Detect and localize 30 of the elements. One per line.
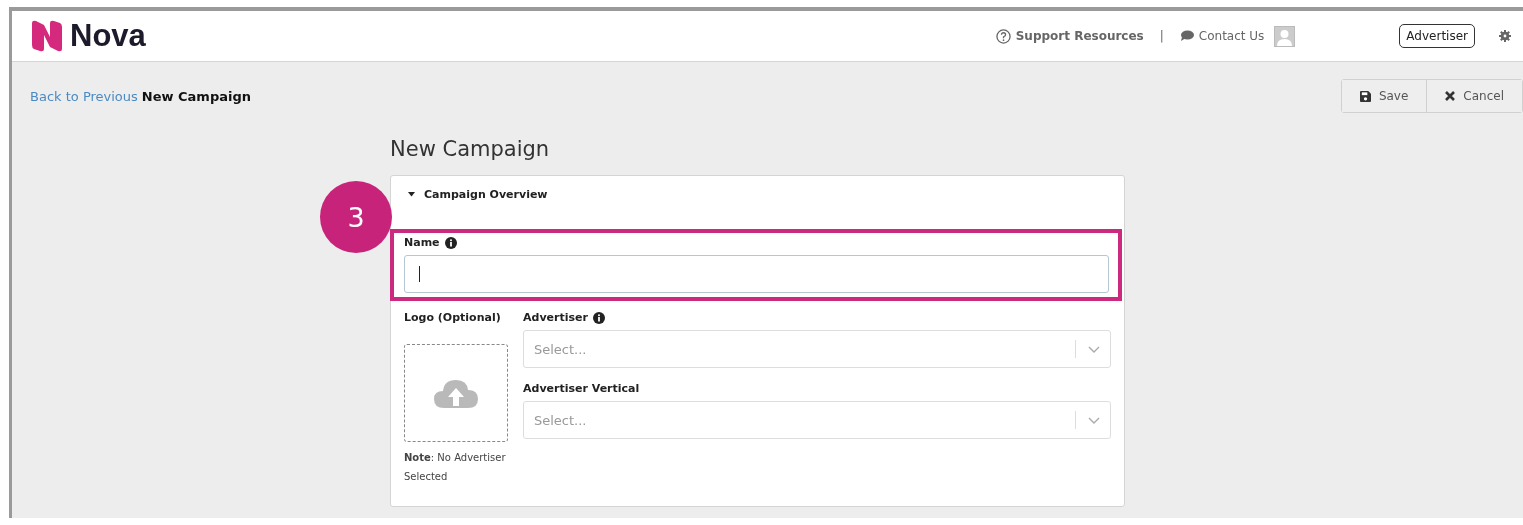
role-button[interactable]: Advertiser bbox=[1399, 24, 1475, 48]
settings-icon[interactable] bbox=[1499, 30, 1511, 42]
breadcrumb-current: New Campaign bbox=[141, 88, 251, 104]
name-input[interactable] bbox=[404, 255, 1109, 293]
step-badge: 3 bbox=[320, 181, 392, 253]
field-label: Advertiser bbox=[523, 311, 588, 324]
chevron-down-icon bbox=[1088, 345, 1100, 353]
chevron-down-icon bbox=[1088, 416, 1100, 424]
field-label: Advertiser Vertical bbox=[523, 382, 640, 395]
logo-icon bbox=[30, 19, 64, 53]
back-link[interactable]: Back to Previous bbox=[30, 88, 138, 104]
chat-icon bbox=[1179, 30, 1194, 42]
upload-cloud-icon bbox=[434, 378, 478, 408]
logo-note: Note: No Advertiser Selected bbox=[404, 451, 507, 484]
brand-name: Nova bbox=[70, 18, 146, 54]
close-icon bbox=[1445, 91, 1456, 101]
header-link[interactable]: Support Resources bbox=[995, 28, 1144, 44]
logo-dropzone[interactable] bbox=[404, 344, 508, 442]
separator: | bbox=[1159, 29, 1164, 43]
avatar-icon[interactable] bbox=[1274, 25, 1296, 47]
field-label: Logo (Optional) bbox=[404, 311, 502, 324]
help-icon bbox=[995, 28, 1011, 44]
field-label: Name bbox=[404, 236, 440, 249]
section-title[interactable]: Campaign Overview bbox=[424, 188, 548, 201]
page-title: New Campaign bbox=[390, 137, 551, 161]
header-link[interactable]: Contact Us bbox=[1179, 29, 1265, 43]
info-icon bbox=[444, 236, 457, 249]
info-icon bbox=[592, 311, 605, 324]
action-button[interactable]: Cancel bbox=[1426, 80, 1522, 112]
save-icon bbox=[1359, 90, 1371, 102]
